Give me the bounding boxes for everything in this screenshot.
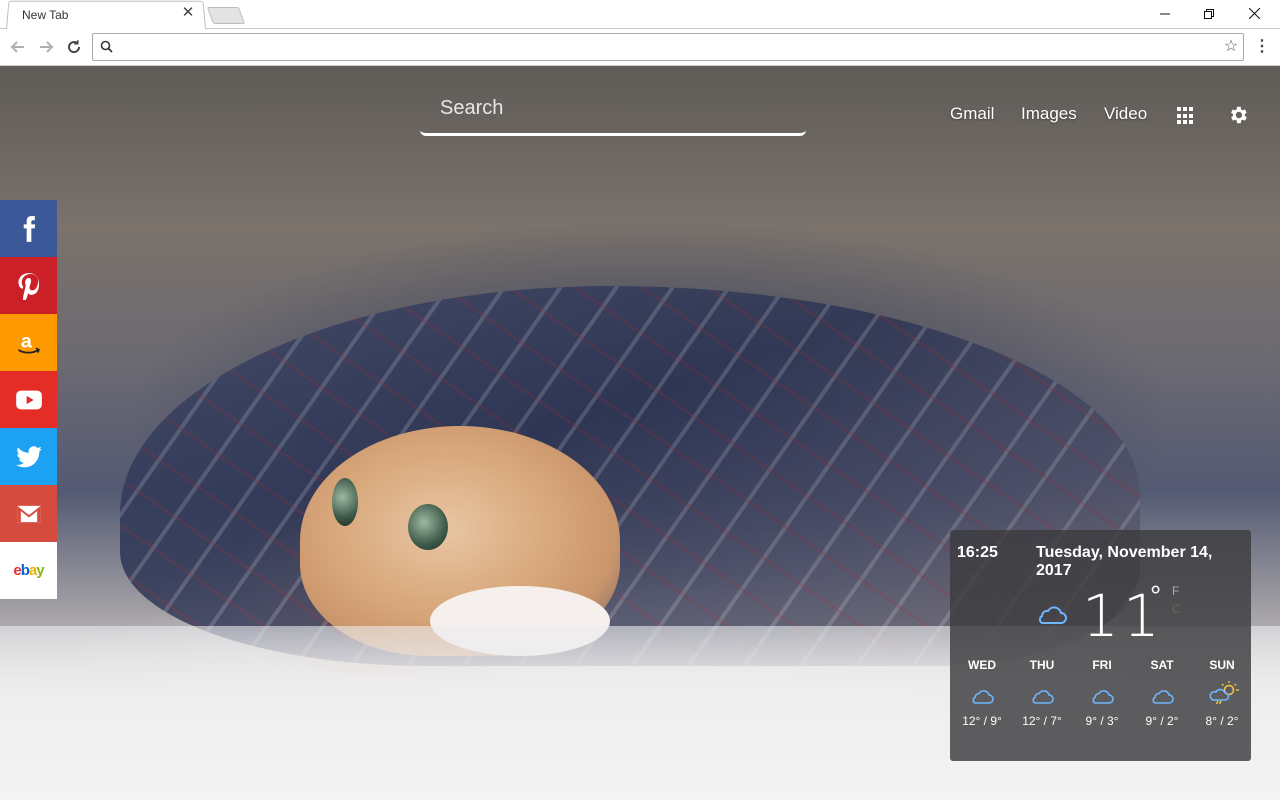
amazon-icon: a	[17, 330, 40, 354]
new-tab-page: Gmail Images Video a ebay 16:25	[0, 66, 1280, 800]
weather-widget: 16:25 Tuesday, November 14, 2017 11 ° F …	[950, 530, 1251, 761]
gmail-icon	[16, 505, 41, 522]
youtube-button[interactable]	[0, 371, 57, 428]
forecast-day: WED	[968, 658, 996, 672]
amazon-button[interactable]: a	[0, 314, 57, 371]
apps-grid-icon[interactable]	[1177, 107, 1195, 125]
search-box[interactable]	[420, 82, 806, 136]
pinterest-icon	[18, 272, 39, 300]
weather-time: 16:25	[957, 544, 998, 561]
gmail-button[interactable]	[0, 485, 57, 542]
minimize-icon	[1160, 13, 1170, 15]
close-window-button[interactable]	[1231, 0, 1277, 28]
images-link[interactable]: Images	[1021, 104, 1077, 124]
forecast-range: 9° / 2°	[1145, 714, 1179, 728]
back-button[interactable]	[6, 35, 30, 59]
restore-button[interactable]	[1186, 0, 1232, 28]
pinterest-button[interactable]	[0, 257, 57, 314]
bookmark-star-icon[interactable]: ☆	[1221, 37, 1241, 57]
facebook-button[interactable]	[0, 200, 57, 257]
social-sidebar: a ebay	[0, 200, 57, 599]
tab-strip: New Tab ✕	[0, 0, 1280, 30]
background-kitten-eye	[408, 504, 448, 550]
cloud-icon	[1092, 690, 1114, 704]
video-link[interactable]: Video	[1104, 104, 1147, 124]
cloud-icon	[1152, 690, 1174, 704]
address-input[interactable]	[119, 37, 1209, 57]
browser-menu-icon[interactable]: ⋮	[1254, 35, 1270, 59]
search-icon	[100, 40, 113, 53]
arrow-right-icon	[40, 41, 54, 53]
weather-degree-symbol: °	[1150, 580, 1162, 611]
forecast-range: 12° / 7°	[1022, 714, 1062, 728]
reload-button[interactable]	[62, 35, 86, 59]
tab-title: New Tab	[22, 8, 69, 22]
forecast-range: 8° / 2°	[1205, 714, 1239, 728]
forecast-day: SAT	[1150, 658, 1174, 672]
twitter-button[interactable]	[0, 428, 57, 485]
tab-close-icon[interactable]: ✕	[180, 5, 196, 21]
unit-celsius-toggle[interactable]: C	[1172, 602, 1181, 616]
weather-date: Tuesday, November 14, 2017	[1036, 544, 1213, 579]
restore-icon	[1204, 9, 1214, 19]
cloud-icon	[972, 690, 994, 704]
address-bar[interactable]: ☆	[92, 33, 1244, 61]
ebay-button[interactable]: ebay	[0, 542, 57, 599]
forecast-day: FRI	[1092, 658, 1112, 672]
new-tab-button[interactable]	[206, 7, 246, 24]
svg-text:a: a	[20, 330, 32, 352]
forecast-range: 9° / 3°	[1085, 714, 1119, 728]
search-input[interactable]	[440, 94, 790, 122]
unit-fahrenheit-toggle[interactable]: F	[1172, 584, 1179, 598]
forecast-day: SUN	[1209, 658, 1235, 672]
background-kitten-eye	[332, 478, 358, 526]
forward-button[interactable]	[34, 35, 58, 59]
cloud-icon	[1032, 690, 1054, 704]
forecast-range: 12° / 9°	[962, 714, 1002, 728]
browser-toolbar: ☆ ⋮	[0, 29, 1280, 66]
arrow-left-icon	[10, 41, 24, 53]
close-icon	[1248, 7, 1260, 20]
twitter-icon	[15, 445, 42, 467]
reload-icon	[68, 40, 81, 54]
ebay-logo-icon: ebay	[13, 562, 44, 579]
gmail-link[interactable]: Gmail	[950, 104, 994, 124]
forecast-day: THU	[1029, 658, 1055, 672]
minimize-button[interactable]	[1142, 0, 1188, 28]
sun-cloud-rain-icon	[1209, 681, 1239, 705]
youtube-icon	[15, 390, 42, 409]
cloud-icon	[1038, 606, 1067, 624]
facebook-icon	[23, 215, 35, 242]
gear-icon[interactable]	[1227, 104, 1249, 126]
